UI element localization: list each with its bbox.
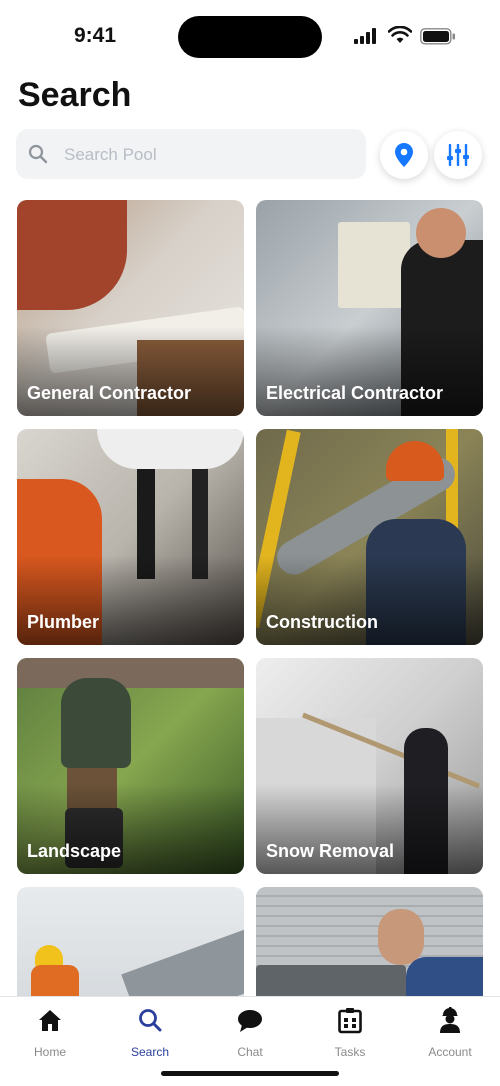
search-bar[interactable]: [16, 129, 366, 181]
battery-icon: [420, 28, 455, 45]
category-card-landscape[interactable]: Landscape: [17, 658, 244, 874]
category-grid: General Contractor Electrical Contractor…: [17, 200, 483, 996]
tab-tasks[interactable]: Tasks: [300, 1005, 400, 1061]
photo-control-panel: [338, 222, 410, 308]
photo-metal-roof: [121, 923, 244, 996]
photo-yellow-hard-hat: [35, 945, 63, 967]
photo-hard-hat: [386, 441, 444, 481]
category-label: General Contractor: [27, 383, 192, 403]
tab-chat[interactable]: Chat: [200, 1005, 300, 1061]
wifi-icon: [388, 26, 412, 43]
category-card-general-contractor[interactable]: General Contractor: [17, 200, 244, 416]
category-card-electrical-contractor[interactable]: Electrical Contractor: [256, 200, 483, 416]
home-icon: [39, 1010, 61, 1031]
photo-gardener: [61, 678, 131, 768]
photo-siding: [256, 887, 483, 967]
tab-label: Search: [130, 1045, 170, 1059]
photo-technician-head: [378, 909, 424, 965]
search-input[interactable]: [62, 129, 356, 181]
photo-technician-shirt: [406, 957, 483, 996]
category-label: Plumber: [27, 612, 100, 632]
photo-house: [17, 658, 244, 688]
category-card-hvac[interactable]: [256, 887, 483, 996]
category-card-construction[interactable]: Construction: [256, 429, 483, 645]
search-icon: [139, 1009, 162, 1032]
photo-roofer: [31, 965, 79, 996]
category-card-roofing[interactable]: [17, 887, 244, 996]
category-card-snow-removal[interactable]: Snow Removal: [256, 658, 483, 874]
tab-label: Account: [428, 1045, 472, 1059]
tab-account[interactable]: Account: [400, 1005, 500, 1061]
category-label: Landscape: [27, 841, 122, 861]
home-indicator: [161, 1071, 339, 1076]
photo-electrician-head: [416, 208, 466, 258]
filter-button[interactable]: [434, 131, 482, 179]
tasks-icon: [338, 1008, 362, 1034]
tab-search[interactable]: Search: [100, 1005, 200, 1061]
photo-ac-unit: [256, 965, 406, 996]
category-label: Construction: [266, 612, 378, 632]
tab-label: Home: [33, 1045, 66, 1059]
status-time: 9:41: [74, 24, 117, 47]
map-pin-icon: [395, 143, 413, 167]
tab-home[interactable]: Home: [0, 1005, 100, 1061]
category-label: Snow Removal: [266, 841, 395, 861]
tab-label: Chat: [237, 1045, 263, 1059]
location-button[interactable]: [380, 131, 428, 179]
sliders-icon: [447, 144, 469, 166]
category-label: Electrical Contractor: [266, 383, 444, 403]
tab-label: Tasks: [334, 1045, 366, 1059]
dynamic-island: [178, 16, 322, 58]
search-icon: [28, 144, 48, 164]
cellular-signal-icon: [354, 28, 376, 44]
category-card-plumber[interactable]: Plumber: [17, 429, 244, 645]
photo-sink: [97, 429, 244, 469]
chat-bubble-icon: [238, 1010, 262, 1032]
status-bar: 9:41: [0, 0, 500, 72]
page-title: Search: [18, 76, 132, 114]
worker-account-icon: [440, 1007, 460, 1033]
photo-person-shirt: [17, 200, 127, 310]
